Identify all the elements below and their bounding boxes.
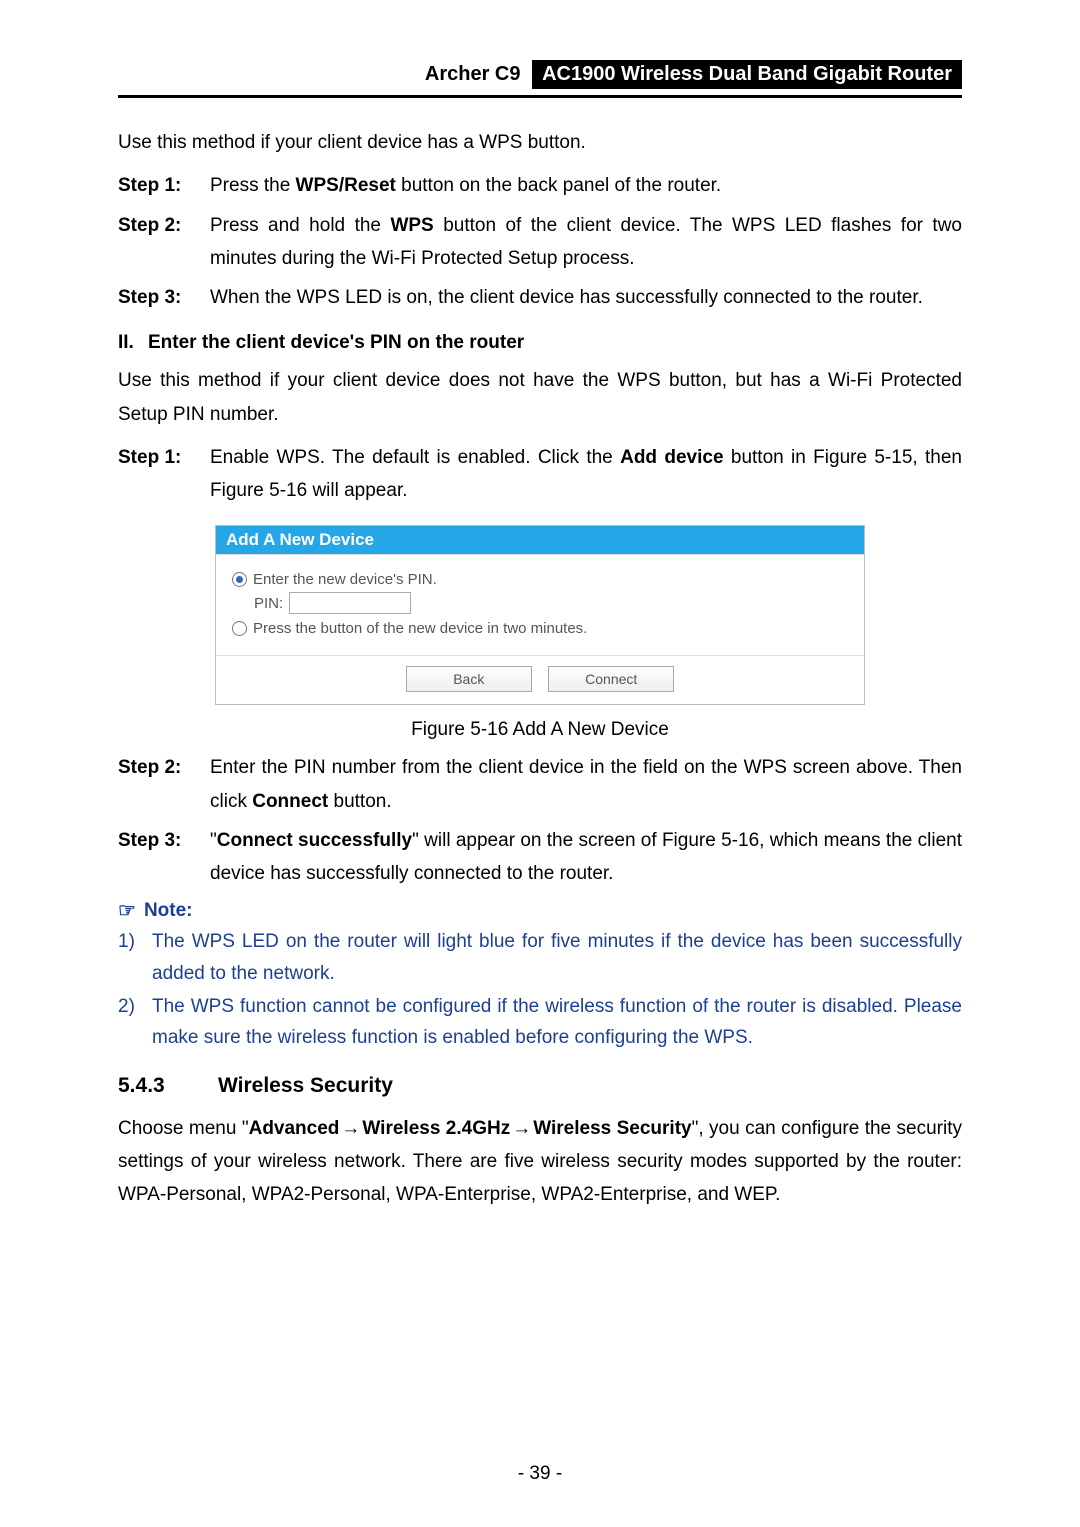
menu-advanced: Advanced [249, 1118, 340, 1139]
step-a2: Step 2: Press and hold the WPS button of… [118, 209, 962, 276]
step-label: Step 3: [118, 824, 210, 891]
pin-label: PIN: [254, 595, 283, 612]
header-product: AC1900 Wireless Dual Band Gigabit Router [532, 60, 962, 89]
note-list: 1) The WPS LED on the router will light … [118, 926, 962, 1053]
radio-label: Press the button of the new device in tw… [253, 620, 587, 637]
pointing-hand-icon: ☞ [118, 901, 136, 921]
radio-option-button[interactable]: Press the button of the new device in tw… [232, 620, 848, 637]
section-heading: 5.4.3 Wireless Security [118, 1074, 962, 1098]
intro-text-2: Use this method if your client device do… [118, 364, 962, 431]
text-pre: Press the [210, 175, 296, 196]
figure-buttons: Back Connect [216, 656, 864, 704]
text-post: button. [328, 791, 391, 812]
subhead-text: Enter the client device's PIN on the rou… [148, 332, 524, 354]
subhead-2: II. Enter the client device's PIN on the… [118, 332, 962, 354]
step-label: Step 1: [118, 441, 210, 508]
radio-icon [232, 572, 247, 587]
text-pre: Choose menu " [118, 1118, 249, 1139]
figure-add-device: Add A New Device Enter the new device's … [215, 525, 865, 705]
step-b1: Step 1: Enable WPS. The default is enabl… [118, 441, 962, 508]
text-bold: WPS [390, 215, 433, 236]
radio-icon [232, 621, 247, 636]
section-paragraph: Choose menu "Advanced→Wireless 2.4GHz→Wi… [118, 1112, 962, 1212]
menu-wireless-security: Wireless Security [533, 1118, 691, 1139]
note-num: 1) [118, 926, 152, 989]
note-item: 2) The WPS function cannot be configured… [118, 991, 962, 1054]
step-a1: Step 1: Press the WPS/Reset button on th… [118, 169, 962, 202]
text-bold: Connect [252, 791, 328, 812]
header-model: Archer C9 [425, 63, 527, 86]
radio-option-pin[interactable]: Enter the new device's PIN. [232, 571, 848, 588]
step-text: Enter the PIN number from the client dev… [210, 751, 962, 818]
note-text: The WPS LED on the router will light blu… [152, 926, 962, 989]
step-label: Step 1: [118, 169, 210, 202]
page-number: - 39 - [0, 1463, 1080, 1485]
note-text: The WPS function cannot be configured if… [152, 991, 962, 1054]
note-num: 2) [118, 991, 152, 1054]
back-button[interactable]: Back [406, 666, 532, 692]
section-num: 5.4.3 [118, 1074, 218, 1098]
text-pre: " [210, 830, 217, 851]
step-a3: Step 3: When the WPS LED is on, the clie… [118, 281, 962, 314]
figure-body: Enter the new device's PIN. PIN: Press t… [216, 554, 864, 656]
text-bold: Connect successfully [217, 830, 412, 851]
radio-label: Enter the new device's PIN. [253, 571, 437, 588]
step-label: Step 2: [118, 209, 210, 276]
arrow-icon: → [510, 1118, 533, 1139]
step-b3: Step 3: "Connect successfully" will appe… [118, 824, 962, 891]
menu-wireless24: Wireless 2.4GHz [362, 1118, 510, 1139]
section-title: Wireless Security [218, 1074, 393, 1098]
page: Archer C9 AC1900 Wireless Dual Band Giga… [0, 0, 1080, 1211]
step-text: "Connect successfully" will appear on th… [210, 824, 962, 891]
subhead-num: II. [118, 332, 148, 354]
text-bold: WPS/Reset [296, 175, 396, 196]
page-header: Archer C9 AC1900 Wireless Dual Band Giga… [118, 60, 962, 98]
radio-dot-icon [236, 576, 243, 583]
step-text: Enable WPS. The default is enabled. Clic… [210, 441, 962, 508]
figure-title: Add A New Device [216, 526, 864, 554]
step-text: When the WPS LED is on, the client devic… [210, 281, 962, 314]
note-label: Note: [144, 900, 193, 922]
intro-text-1: Use this method if your client device ha… [118, 126, 962, 159]
step-label: Step 3: [118, 281, 210, 314]
pin-input[interactable] [289, 592, 411, 614]
connect-button[interactable]: Connect [548, 666, 674, 692]
note-item: 1) The WPS LED on the router will light … [118, 926, 962, 989]
step-label: Step 2: [118, 751, 210, 818]
pin-row: PIN: [254, 592, 848, 614]
text-pre: Enable WPS. The default is enabled. Clic… [210, 447, 620, 468]
arrow-icon: → [339, 1118, 362, 1139]
step-text: Press and hold the WPS button of the cli… [210, 209, 962, 276]
text-bold: Add device [620, 447, 723, 468]
text-post: button on the back panel of the router. [396, 175, 721, 196]
figure-caption: Figure 5-16 Add A New Device [118, 719, 962, 741]
note-heading: ☞ Note: [118, 900, 962, 922]
step-b2: Step 2: Enter the PIN number from the cl… [118, 751, 962, 818]
text-pre: Press and hold the [210, 215, 390, 236]
step-text: Press the WPS/Reset button on the back p… [210, 169, 962, 202]
